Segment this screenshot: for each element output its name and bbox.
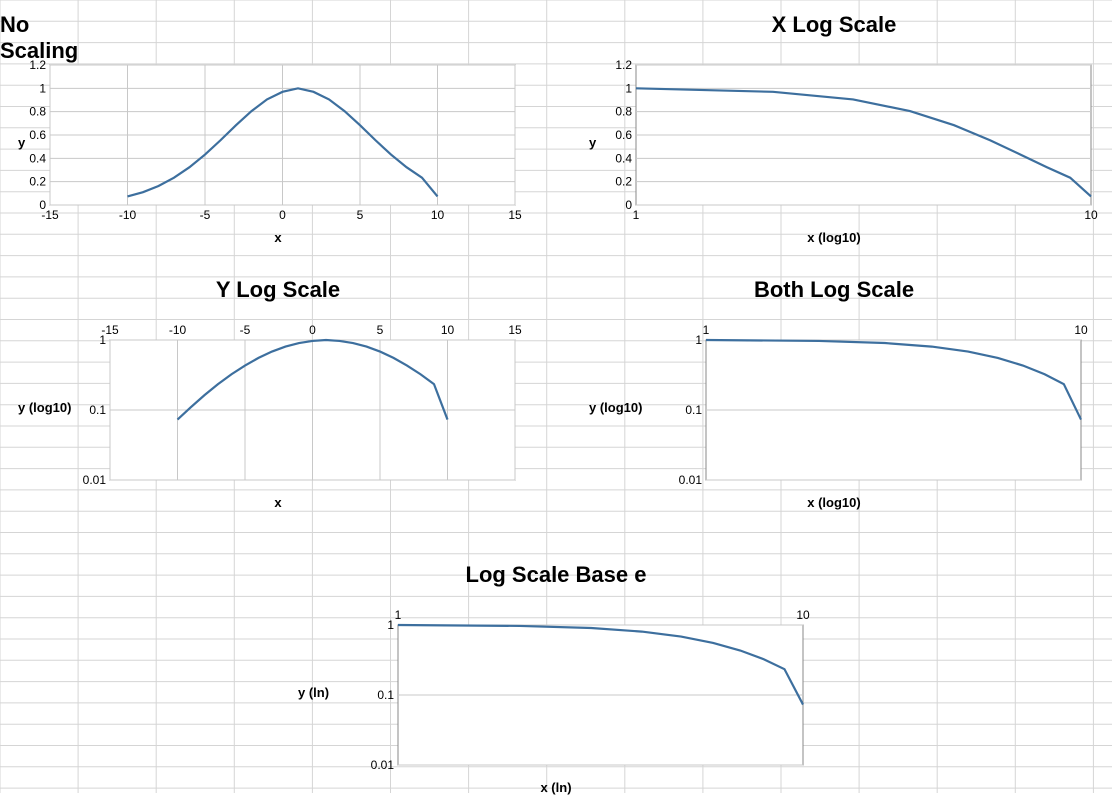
- chart-title: Both Log Scale: [556, 277, 1112, 303]
- chart-canvas: 0.01 0.1 11 10: [656, 320, 1096, 490]
- svg-text:-10: -10: [119, 208, 137, 222]
- svg-text:1: 1: [703, 323, 710, 337]
- chart-canvas: 00.20.40.60.811.2-15-10-5051015: [30, 55, 530, 225]
- svg-text:-15: -15: [101, 323, 119, 337]
- x-axis-label: x (log10): [556, 230, 1112, 245]
- svg-text:10: 10: [796, 608, 810, 622]
- svg-text:0.4: 0.4: [29, 151, 46, 165]
- y-axis-label: y: [589, 135, 596, 150]
- svg-text:0.4: 0.4: [615, 151, 632, 165]
- chart-title: Y Log Scale: [0, 277, 556, 303]
- svg-text:0: 0: [309, 323, 316, 337]
- svg-text:0: 0: [279, 208, 286, 222]
- chart-canvas: 0.010.11110: [378, 605, 818, 775]
- chart-log-base-e: Log Scale Base e y (ln) x (ln) 0.010.111…: [278, 550, 834, 793]
- y-axis-label: y: [18, 135, 25, 150]
- svg-text:-15: -15: [41, 208, 59, 222]
- svg-text:0.8: 0.8: [615, 105, 632, 119]
- svg-text:1: 1: [387, 618, 394, 632]
- svg-text:0: 0: [625, 198, 632, 212]
- svg-text:0.2: 0.2: [615, 175, 632, 189]
- chart-title: Log Scale Base e: [278, 562, 834, 588]
- svg-text:-5: -5: [240, 323, 251, 337]
- chart-both-log: Both Log Scale y (log10) x (log10) 0.010…: [556, 265, 1112, 530]
- svg-text:1.2: 1.2: [615, 58, 632, 72]
- svg-text:15: 15: [508, 323, 522, 337]
- chart-x-log: X Log Scale y x (log10) 0 0.2 0.4 0.6 0.8 1 1.…: [556, 0, 1112, 265]
- chart-canvas: 0.010.11-15-10-5051015: [90, 320, 530, 490]
- svg-text:1: 1: [625, 81, 632, 95]
- svg-text:1: 1: [695, 333, 702, 347]
- svg-text:0.1: 0.1: [89, 403, 106, 417]
- svg-text:5: 5: [377, 323, 384, 337]
- svg-text:10: 10: [1074, 323, 1088, 337]
- svg-text:0.8: 0.8: [29, 105, 46, 119]
- svg-text:15: 15: [508, 208, 522, 222]
- svg-text:10: 10: [1084, 208, 1098, 222]
- svg-text:-10: -10: [169, 323, 187, 337]
- svg-text:0.1: 0.1: [377, 688, 394, 702]
- y-axis-label: y (log10): [18, 400, 71, 415]
- svg-text:0.6: 0.6: [615, 128, 632, 142]
- x-axis-label: x: [0, 230, 556, 245]
- y-axis-label: y (ln): [298, 685, 329, 700]
- svg-text:10: 10: [431, 208, 445, 222]
- chart-y-log: Y Log Scale y (log10) x 0.010.11-15-10-5…: [0, 265, 556, 530]
- svg-text:0.1: 0.1: [685, 403, 702, 417]
- svg-text:1: 1: [395, 608, 402, 622]
- svg-text:1.2: 1.2: [29, 58, 46, 72]
- svg-text:1: 1: [633, 208, 640, 222]
- svg-text:1: 1: [39, 81, 46, 95]
- svg-text:0.2: 0.2: [29, 175, 46, 189]
- x-axis-label: x (log10): [556, 495, 1112, 510]
- svg-text:5: 5: [357, 208, 364, 222]
- svg-text:10: 10: [441, 323, 455, 337]
- x-axis-label: x: [0, 495, 556, 510]
- svg-text:0.01: 0.01: [83, 473, 107, 487]
- chart-title: X Log Scale: [556, 12, 1112, 38]
- chart-canvas: 0 0.2 0.4 0.6 0.8 1 1.2 1 10: [606, 55, 1106, 225]
- svg-text:0.6: 0.6: [29, 128, 46, 142]
- svg-text:0.01: 0.01: [371, 758, 395, 772]
- y-axis-label: y (log10): [589, 400, 642, 415]
- svg-text:-5: -5: [200, 208, 211, 222]
- svg-text:0.01: 0.01: [679, 473, 703, 487]
